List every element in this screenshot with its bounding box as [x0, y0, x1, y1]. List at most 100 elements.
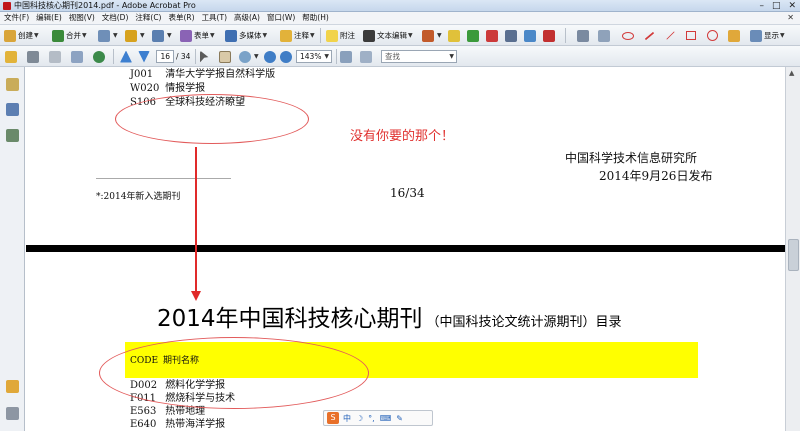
- pencil-tool-button[interactable]: [728, 28, 742, 43]
- combine-button[interactable]: 合并 ▼: [52, 28, 87, 43]
- oval-tool-button[interactable]: [622, 28, 636, 43]
- comments-panel-icon[interactable]: [6, 380, 19, 393]
- close-window-button[interactable]: ✕: [788, 1, 796, 11]
- menu-comments[interactable]: 注释(C): [131, 12, 164, 24]
- menu-help[interactable]: 帮助(H): [298, 12, 332, 24]
- stamp-button[interactable]: ▼: [422, 28, 442, 43]
- menu-window[interactable]: 窗口(W): [263, 12, 298, 24]
- menu-view[interactable]: 视图(V): [65, 12, 98, 24]
- zoom-in-button[interactable]: [280, 49, 294, 64]
- tool-g-button[interactable]: [577, 28, 591, 43]
- create-button[interactable]: 创建 ▼: [4, 28, 39, 43]
- chevron-down-icon: ▼: [82, 32, 87, 39]
- zoom-level-select[interactable]: 143% ▼: [296, 50, 332, 63]
- sticky-note-icon: [326, 29, 338, 42]
- text-edit-icon: [363, 29, 375, 42]
- tool-h-button[interactable]: [598, 28, 612, 43]
- pages-panel-icon[interactable]: [6, 78, 19, 91]
- minimize-button[interactable]: –: [759, 1, 764, 11]
- multimedia-button[interactable]: 多媒体 ▼: [225, 28, 267, 43]
- document-view[interactable]: J001 清华大学学报自然科学版 W020 情报学报 S106 全球科技经济瞭望…: [26, 67, 785, 431]
- menu-file[interactable]: 文件(F): [0, 12, 32, 24]
- zoom-tool-button[interactable]: ▼: [239, 49, 259, 64]
- text-edit-label: 文本编辑: [377, 31, 407, 40]
- rectangle-tool-button[interactable]: [686, 28, 698, 43]
- chevron-down-icon: ▼: [34, 32, 39, 39]
- scrollbar-thumb[interactable]: [788, 239, 799, 271]
- previous-page-button[interactable]: [120, 49, 134, 64]
- footnote-rule: ______________________________: [96, 169, 231, 179]
- hand-tool-button[interactable]: [219, 49, 233, 64]
- ime-punctuation-icon[interactable]: °,: [368, 414, 375, 423]
- save-button[interactable]: [49, 49, 63, 64]
- email-button[interactable]: [71, 49, 85, 64]
- line-tool-button[interactable]: [665, 28, 678, 43]
- chevron-down-icon: ▼: [167, 32, 172, 39]
- secure-button[interactable]: ▼: [125, 28, 145, 43]
- tool-a-button[interactable]: [448, 28, 462, 43]
- ime-toolbar[interactable]: S 中 ☽ °, ⌨ ✎: [323, 410, 433, 426]
- scroll-up-icon[interactable]: ▲: [789, 69, 794, 77]
- journal-code: E563: [130, 406, 157, 417]
- ime-keyboard-icon[interactable]: ⌨: [380, 414, 392, 423]
- comment-label: 注释: [294, 31, 309, 40]
- tool-c-button[interactable]: [486, 28, 500, 43]
- journal-name: 热带海洋学报: [165, 419, 226, 430]
- page-separator: [26, 245, 785, 252]
- oval-annotation[interactable]: [115, 94, 309, 144]
- journal-code: J001: [130, 69, 154, 80]
- find-placeholder: 查找: [385, 52, 400, 61]
- comment-button[interactable]: 注释 ▼: [280, 28, 315, 43]
- chevron-down-icon: ▼: [408, 32, 413, 39]
- oval-annotation[interactable]: [99, 337, 369, 409]
- create-pdf-icon: [4, 29, 16, 42]
- circle-tool-button[interactable]: [707, 28, 720, 43]
- ime-settings-icon[interactable]: ✎: [396, 414, 403, 423]
- catalog-title-main: 2014年中国科技核心期刊: [157, 306, 423, 332]
- tool-b-button[interactable]: [467, 28, 481, 43]
- arrow-tool-button[interactable]: [644, 28, 657, 43]
- share-button[interactable]: ▼: [98, 28, 118, 43]
- attachments-panel-icon[interactable]: [6, 407, 19, 420]
- open-button[interactable]: [5, 49, 19, 64]
- chevron-down-icon: ▼: [140, 32, 145, 39]
- menu-document[interactable]: 文档(D): [98, 12, 132, 24]
- text-edit-button[interactable]: 文本编辑 ▼: [363, 28, 413, 43]
- forms-button[interactable]: 表单 ▼: [180, 28, 215, 43]
- zoom-out-button[interactable]: [264, 49, 278, 64]
- cursor-icon: [200, 50, 209, 63]
- signatures-panel-icon[interactable]: [6, 129, 19, 142]
- arrow-annotation-line[interactable]: [195, 147, 197, 295]
- sticky-note-button[interactable]: 附注: [326, 28, 355, 43]
- tool-f-button[interactable]: [543, 28, 557, 43]
- select-tool-button[interactable]: [200, 49, 214, 64]
- title-bar[interactable]: 中国科技核心期刊2014.pdf - Adobe Acrobat Pro – □…: [0, 0, 800, 12]
- find-input[interactable]: 查找 ▼: [381, 50, 457, 63]
- page-number-input[interactable]: 16: [156, 50, 174, 63]
- web-button[interactable]: [93, 49, 107, 64]
- close-document-button[interactable]: ✕: [787, 13, 794, 23]
- next-page-button[interactable]: [138, 49, 152, 64]
- measure-icon: [543, 29, 555, 42]
- print-button[interactable]: [27, 49, 41, 64]
- tool-d-button[interactable]: [505, 28, 519, 43]
- zoom-in-icon: [280, 50, 292, 63]
- full-screen-button[interactable]: [360, 49, 374, 64]
- journal-entry: J001 清华大学学报自然科学版: [130, 69, 275, 81]
- ime-moon-icon[interactable]: ☽: [356, 414, 363, 423]
- bookmarks-panel-icon[interactable]: [6, 103, 19, 116]
- menu-tools[interactable]: 工具(T): [198, 12, 230, 24]
- menu-edit[interactable]: 编辑(E): [32, 12, 65, 24]
- menu-forms[interactable]: 表单(R): [164, 12, 197, 24]
- vertical-scrollbar[interactable]: ▲: [785, 67, 800, 431]
- display-button[interactable]: 显示 ▼: [750, 28, 785, 43]
- fit-page-button[interactable]: [340, 49, 354, 64]
- annotation-text[interactable]: 没有你要的那个！: [350, 125, 454, 144]
- menu-advanced[interactable]: 高级(A): [230, 12, 263, 24]
- maximize-button[interactable]: □: [772, 1, 781, 11]
- rectangle-icon: [686, 31, 696, 40]
- ime-mode-toggle[interactable]: 中: [343, 413, 351, 424]
- navigation-pane: [0, 67, 25, 431]
- sign-button[interactable]: ▼: [152, 28, 172, 43]
- tool-e-button[interactable]: [524, 28, 538, 43]
